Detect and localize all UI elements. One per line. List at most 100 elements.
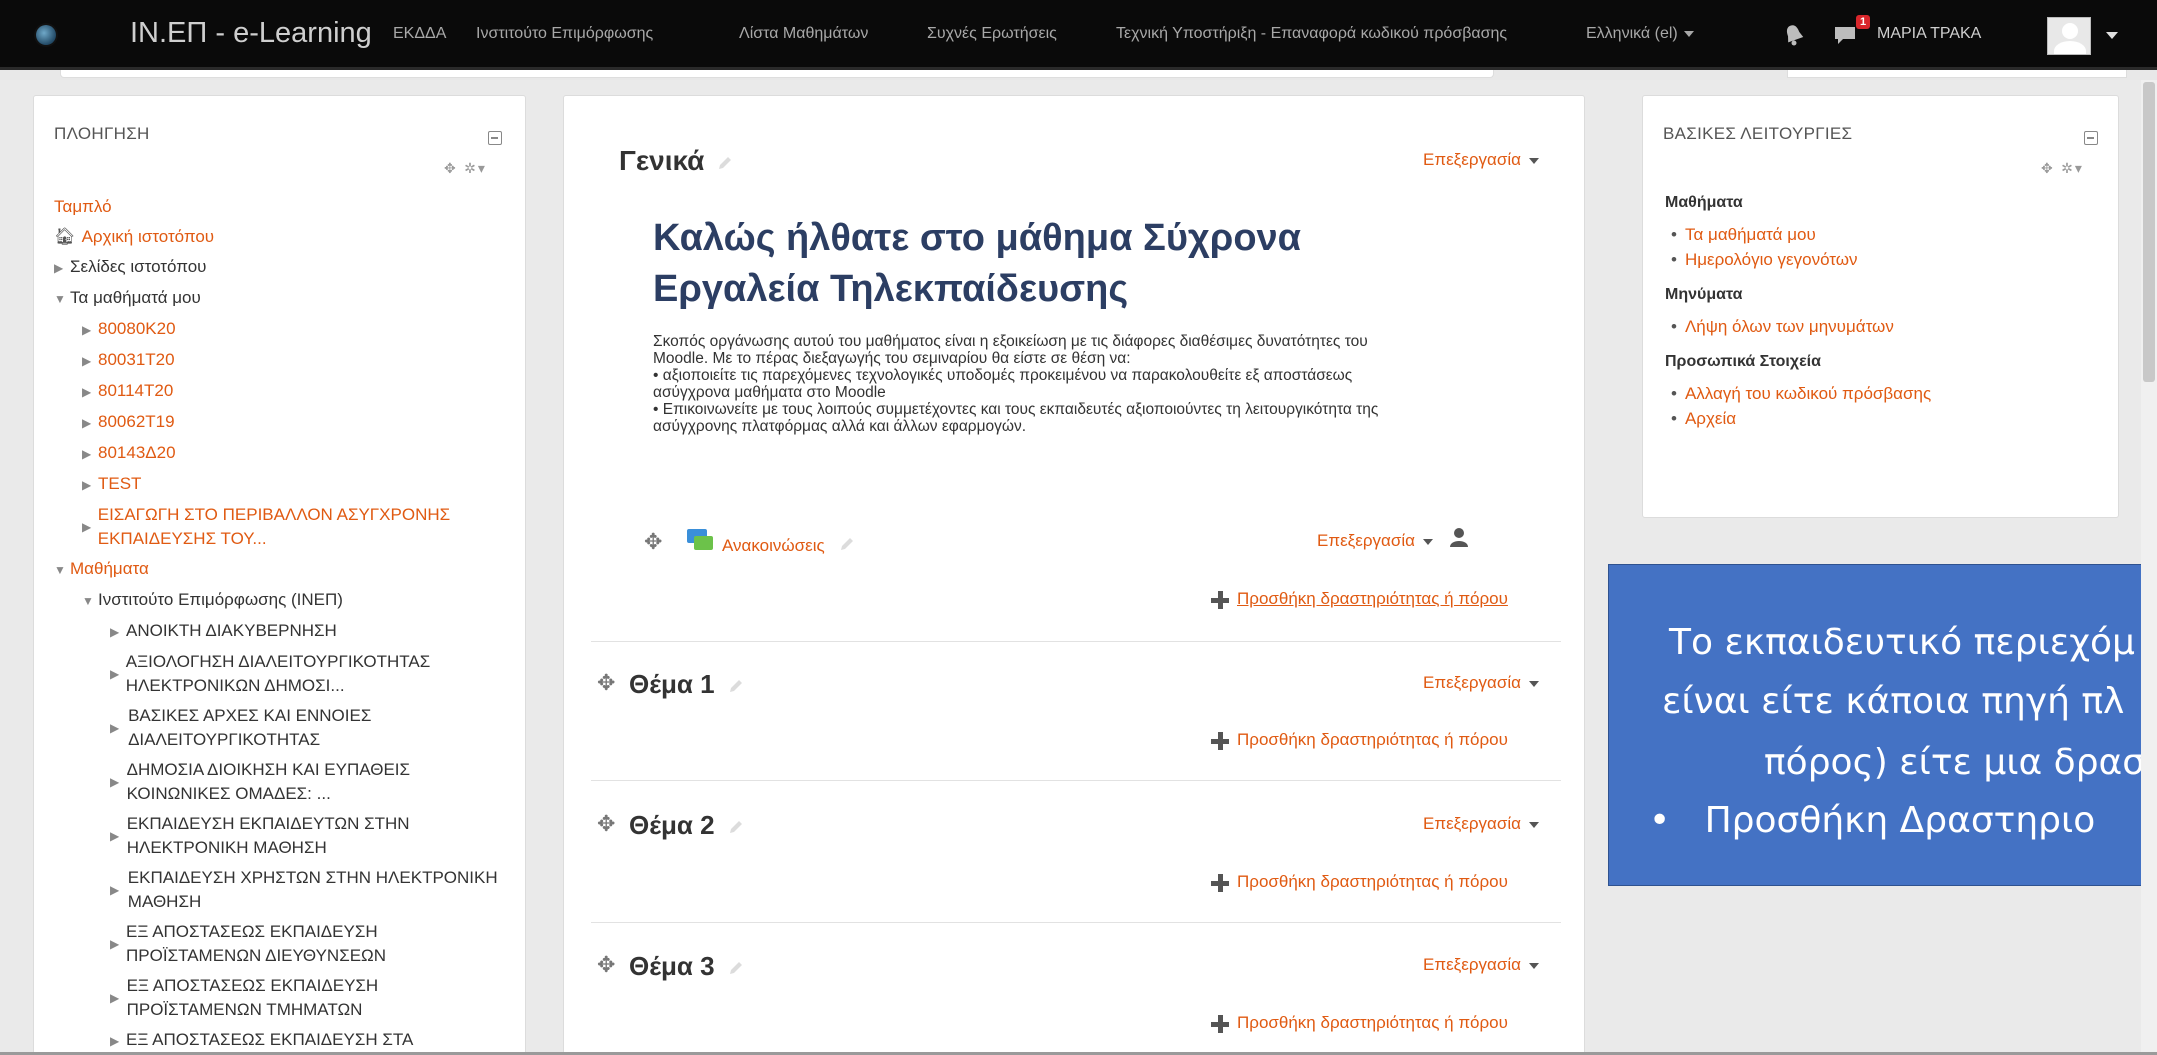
nav-category[interactable]: ▶ ΕΞ ΑΠΟΣΤΑΣΕΩΣ ΕΚΠΑΙΔΕΥΣΗ ΣΤΑ <box>54 1025 514 1055</box>
function-item[interactable]: Λήψη όλων των μηνυμάτων <box>1671 314 1931 339</box>
nav-dashboard[interactable]: Ταμπλό <box>54 192 514 222</box>
section-topic-2: Θέμα 2 <box>629 810 745 841</box>
avatar-head-shape <box>2062 23 2078 39</box>
pencil-icon[interactable] <box>727 818 745 836</box>
function-link[interactable]: Ημερολόγιο γεγονότων <box>1685 250 1858 269</box>
nav-course-link[interactable]: 80114Τ20 <box>98 381 173 400</box>
nav-link-ekdda[interactable]: ΕΚΔΔΑ <box>393 25 446 43</box>
function-item[interactable]: Αλλαγή του κωδικού πρόσβασης <box>1671 381 1931 406</box>
move-icon[interactable]: ✥ <box>597 812 615 837</box>
nav-category-label: ΕΞ ΑΠΟΣΤΑΣΕΩΣ ΕΚΠΑΙΔΕΥΣΗ ΣΤΑ <box>126 1030 414 1049</box>
messages-chat-icon[interactable] <box>1832 22 1858 48</box>
pencil-icon[interactable] <box>838 535 856 553</box>
move-icon[interactable]: ✥ <box>597 953 615 978</box>
site-brand[interactable]: IN.ΕΠ - e-Learning <box>130 17 372 50</box>
function-item[interactable]: Ημερολόγιο γεγονότων <box>1671 247 1931 272</box>
nav-course-item[interactable]: ▶ ΕΙΣΑΓΩΓΗ ΣΤΟ ΠΕΡΙΒΑΛΛΟΝ ΑΣΥΓΧΡΟΝΗΣ ΕΚΠΑ… <box>54 500 484 554</box>
nav-link-tech-support[interactable]: Τεχνική Υποστήριξη - Επαναφορά κωδικού π… <box>1116 25 1507 43</box>
nav-course-item[interactable]: ▶ 80062Τ19 <box>54 407 514 438</box>
nav-home-link[interactable]: Αρχική ιστοτόπου <box>82 227 215 246</box>
function-link[interactable]: Αλλαγή του κωδικού πρόσβασης <box>1685 384 1931 403</box>
nav-category[interactable]: ▶ ΕΞ ΑΠΟΣΤΑΣΕΩΣ ΕΚΠΑΙΔΕΥΣΗ ΠΡΟΪΣΤΑΜΕΝΩΝ Δ… <box>54 917 514 971</box>
nav-home[interactable]: 🏠︎ Αρχική ιστοτόπου <box>54 222 514 252</box>
nav-course-link[interactable]: 80031Τ20 <box>98 350 175 369</box>
course-description: Σκοπός οργάνωσης αυτού του μαθήματος είν… <box>653 333 1378 435</box>
function-item[interactable]: Τα μαθήματά μου <box>1671 222 1931 247</box>
nav-course-link[interactable]: ΕΙΣΑΓΩΓΗ ΣΤΟ ΠΕΡΙΒΑΛΛΟΝ ΑΣΥΓΧΡΟΝΗΣ ΕΚΠΑΙ… <box>98 503 484 551</box>
function-link[interactable]: Αρχεία <box>1685 409 1736 428</box>
nav-link-course-list[interactable]: Λίστα Μαθημάτων <box>739 25 868 43</box>
function-item[interactable]: Αρχεία <box>1671 406 1931 431</box>
nav-link-institute[interactable]: Ινστιτούτο Επιμόρφωσης <box>476 25 653 43</box>
nav-site-pages[interactable]: ▶ Σελίδες ιστοτόπου <box>54 252 514 283</box>
site-logo-icon[interactable] <box>36 25 56 45</box>
user-avatar[interactable] <box>2047 17 2091 55</box>
add-activity-label: Προσθήκη δραστηριότητας ή πόρου <box>1237 1013 1508 1032</box>
user-role-icon[interactable] <box>1449 527 1469 547</box>
nav-category[interactable]: ▶ ΒΑΣΙΚΕΣ ΑΡΧΕΣ ΚΑΙ ΕΝΝΟΙΕΣ ΔΙΑΛΕΙΤΟΥΡΓΙΚ… <box>54 701 514 755</box>
user-name[interactable]: ΜΑΡΙΑ ΤΡΑΚΑ <box>1877 25 1981 43</box>
add-activity-button[interactable]: Προσθήκη δραστηριότητας ή πόρου <box>1211 589 1508 609</box>
edit-menu-topic-3[interactable]: Επεξεργασία <box>1423 955 1539 975</box>
edit-menu-topic-2[interactable]: Επεξεργασία <box>1423 814 1539 834</box>
callout-line: πόρος) είτε μια δραστ <box>1764 742 2157 783</box>
add-activity-button[interactable]: Προσθήκη δραστηριότητας ή πόρου <box>1211 730 1508 750</box>
nav-courses[interactable]: ▼ Μαθήματα <box>54 554 514 585</box>
welcome-heading: Καλώς ήλθατε στο μάθημα Σύχρονα Εργαλεία… <box>653 213 1301 315</box>
nav-course-link[interactable]: 80062Τ19 <box>98 412 175 431</box>
move-icon[interactable]: ✥ <box>644 530 662 555</box>
nav-course-link[interactable]: 80143Δ20 <box>98 443 176 462</box>
section-divider <box>591 922 1561 923</box>
nav-course-link[interactable]: TEST <box>98 474 141 493</box>
nav-course-link[interactable]: 80080Κ20 <box>98 319 176 338</box>
nav-dashboard-link[interactable]: Ταμπλό <box>54 197 112 216</box>
nav-course-item[interactable]: ▶ 80143Δ20 <box>54 438 514 469</box>
move-settings-icon[interactable]: ✥ ✲▾ <box>444 161 487 177</box>
nav-category-label: ΕΞ ΑΠΟΣΤΑΣΕΩΣ ΕΚΠΑΙΔΕΥΣΗ ΠΡΟΪΣΤΑΜΕΝΩΝ ΤΜ… <box>126 976 379 1019</box>
add-activity-button[interactable]: Προσθήκη δραστηριότητας ή πόρου <box>1211 1013 1508 1033</box>
edit-menu-general[interactable]: Επεξεργασία <box>1423 150 1539 170</box>
description-line: ασύγχρονα μαθήματα στο Moodle <box>653 384 886 401</box>
function-link[interactable]: Τα μαθήματά μου <box>1685 225 1816 244</box>
nav-course-item[interactable]: ▶ 80114Τ20 <box>54 376 514 407</box>
pencil-icon[interactable] <box>727 959 745 977</box>
pencil-icon[interactable] <box>716 154 734 172</box>
add-activity-button[interactable]: Προσθήκη δραστηριότητας ή πόρου <box>1211 872 1508 892</box>
page-scrollbar-thumb[interactable] <box>2143 82 2155 382</box>
nav-category[interactable]: ▶ ΑΞΙΟΛΟΓΗΣΗ ΔΙΑΛΕΙΤΟΥΡΓΙΚΟΤΗΤΑΣ ΗΛΕΚΤΡΟΝ… <box>54 647 514 701</box>
move-settings-icon[interactable]: ✥ ✲▾ <box>2041 161 2084 177</box>
section-general-title: Γενικά <box>619 145 734 177</box>
welcome-heading-line: Εργαλεία Τηλεκπαίδευσης <box>653 268 1129 310</box>
nav-category[interactable]: ▶ ΕΞ ΑΠΟΣΤΑΣΕΩΣ ΕΚΠΑΙΔΕΥΣΗ ΠΡΟΪΣΤΑΜΕΝΩΝ Τ… <box>54 971 514 1025</box>
plus-icon <box>1211 731 1229 750</box>
announcements-link[interactable]: Ανακοινώσεις <box>722 536 825 556</box>
collapse-block-icon[interactable] <box>2084 131 2098 145</box>
nav-institute[interactable]: ▼ Ινστιτούτο Επιμόρφωσης (ΙΝΕΠ) <box>54 585 514 616</box>
notifications-bell-icon[interactable] <box>1781 22 1807 48</box>
language-selector[interactable]: Ελληνικά (el) <box>1586 25 1694 43</box>
caret-right-icon: ▶ <box>110 667 120 681</box>
nav-category[interactable]: ▶ ΕΚΠΑΙΔΕΥΣΗ ΕΚΠΑΙΔΕΥΤΩΝ ΣΤΗΝ ΗΛΕΚΤΡΟΝΙΚΗ… <box>54 809 514 863</box>
nav-courses-link[interactable]: Μαθήματα <box>70 559 149 578</box>
edit-label: Επεξεργασία <box>1423 150 1521 169</box>
nav-course-item[interactable]: ▶ 80031Τ20 <box>54 345 514 376</box>
collapse-block-icon[interactable] <box>488 131 502 145</box>
nav-my-courses[interactable]: ▼ Τα μαθήματά μου <box>54 283 514 314</box>
user-menu-chevron-icon[interactable] <box>2106 32 2118 39</box>
group-heading-personal: Προσωπικά Στοιχεία <box>1665 353 1821 370</box>
callout-line: Το εκπαιδευτικό περιεχόμ <box>1669 622 2135 663</box>
edit-menu-announcements[interactable]: Επεξεργασία <box>1317 531 1433 551</box>
nav-category-label: ΒΑΣΙΚΕΣ ΑΡΧΕΣ ΚΑΙ ΕΝΝΟΙΕΣ ΔΙΑΛΕΙΤΟΥΡΓΙΚΟ… <box>128 706 372 749</box>
nav-category[interactable]: ▶ ΔΗΜΟΣΙΑ ΔΙΟΙΚΗΣΗ ΚΑΙ ΕΥΠΑΘΕΙΣ ΚΟΙΝΩΝΙΚΕ… <box>54 755 514 809</box>
nav-course-item[interactable]: ▶ 80080Κ20 <box>54 314 514 345</box>
nav-category[interactable]: ▶ ΑΝΟΙΚΤΗ ΔΙΑΚΥΒΕΡΝΗΣΗ <box>54 616 514 647</box>
nav-course-item[interactable]: ▶ TEST <box>54 469 514 500</box>
sub-header-right-panel <box>1787 70 2127 78</box>
section-topic-1: Θέμα 1 <box>629 669 745 700</box>
nav-category[interactable]: ▶ ΕΚΠΑΙΔΕΥΣΗ ΧΡΗΣΤΩΝ ΣΤΗΝ ΗΛΕΚΤΡΟΝΙΚΗ ΜΑΘ… <box>54 863 514 917</box>
function-link[interactable]: Λήψη όλων των μηνυμάτων <box>1685 317 1894 336</box>
nav-link-faq[interactable]: Συχνές Ερωτήσεις <box>927 25 1057 43</box>
move-icon[interactable]: ✥ <box>597 671 615 696</box>
pencil-icon[interactable] <box>727 677 745 695</box>
edit-menu-topic-1[interactable]: Επεξεργασία <box>1423 673 1539 693</box>
